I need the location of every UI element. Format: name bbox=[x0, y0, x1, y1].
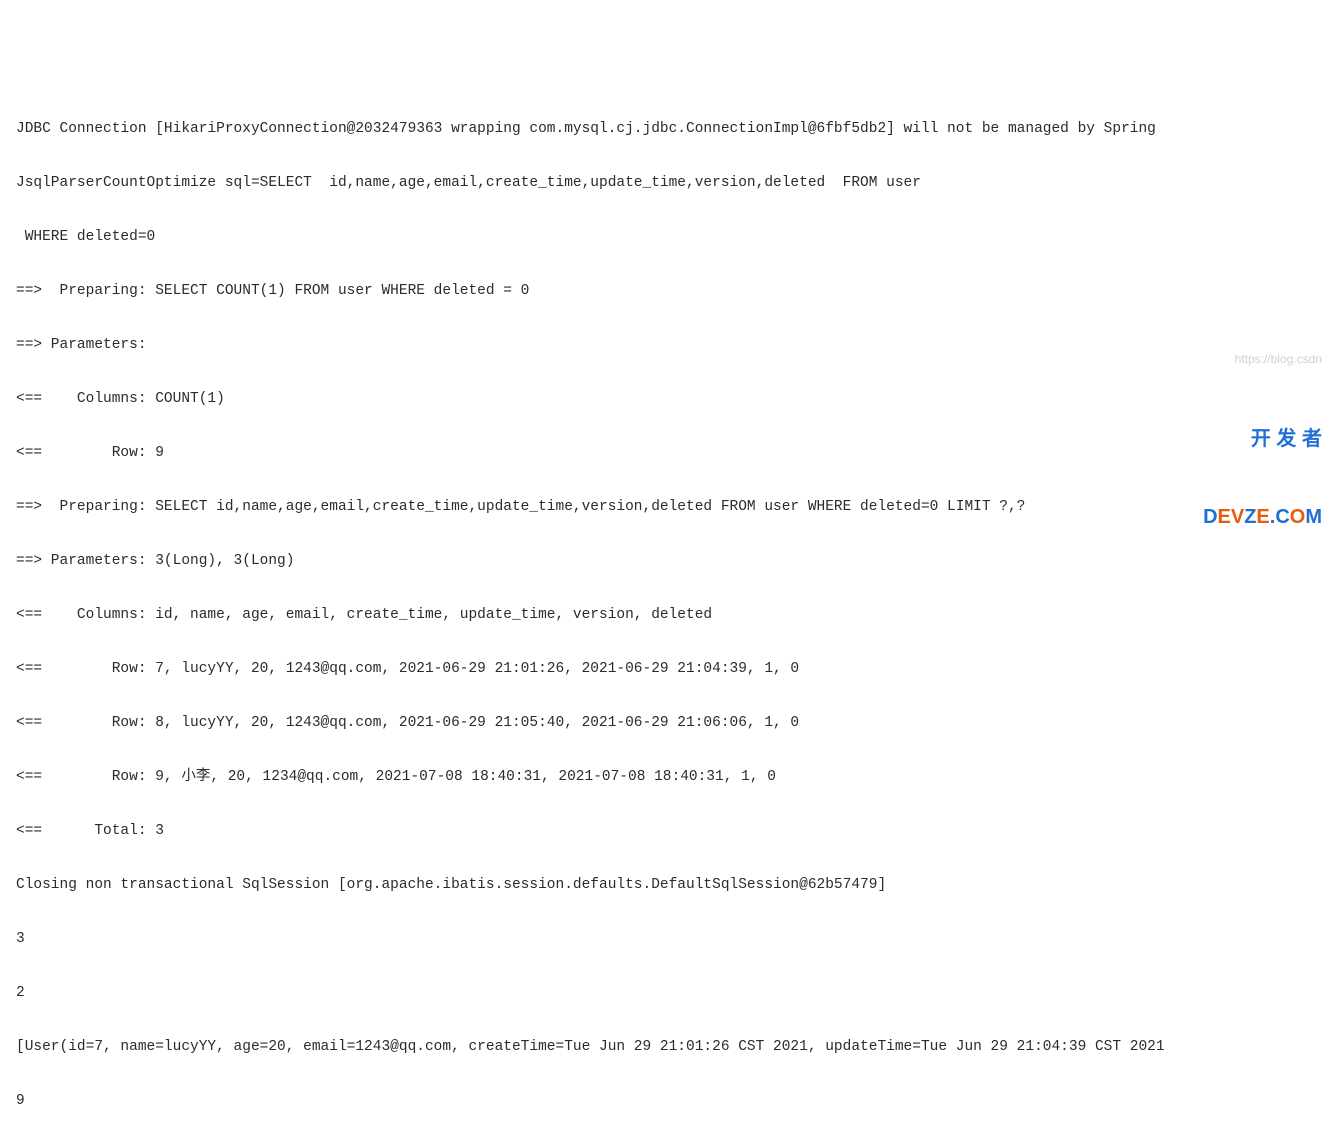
log-line: 3 bbox=[16, 926, 1334, 953]
log-line: <== Row: 9 bbox=[16, 440, 1334, 467]
log-line: ==> Preparing: SELECT id,name,age,email,… bbox=[16, 494, 1334, 521]
log-line: <== Total: 3 bbox=[16, 818, 1334, 845]
log-line: 2 bbox=[16, 980, 1334, 1007]
log-line: JDBC Connection [HikariProxyConnection@2… bbox=[16, 116, 1334, 143]
log-line: 9 bbox=[16, 1088, 1334, 1115]
log-line: Closing non transactional SqlSession [or… bbox=[16, 872, 1334, 899]
log-line: WHERE deleted=0 bbox=[16, 224, 1334, 251]
log-line: <== Row: 9, 小李, 20, 1234@qq.com, 2021-07… bbox=[16, 764, 1334, 791]
log-line: <== Row: 8, lucyYY, 20, 1243@qq.com, 202… bbox=[16, 710, 1334, 737]
log-line: ==> Preparing: SELECT COUNT(1) FROM user… bbox=[16, 278, 1334, 305]
log-line: <== Row: 7, lucyYY, 20, 1243@qq.com, 202… bbox=[16, 656, 1334, 683]
log-line: JsqlParserCountOptimize sql=SELECT id,na… bbox=[16, 170, 1334, 197]
log-line: <== Columns: id, name, age, email, creat… bbox=[16, 602, 1334, 629]
log-line: [User(id=7, name=lucyYY, age=20, email=1… bbox=[16, 1034, 1334, 1061]
log-line: <== Columns: COUNT(1) bbox=[16, 386, 1334, 413]
log-line: ==> Parameters: bbox=[16, 332, 1334, 359]
